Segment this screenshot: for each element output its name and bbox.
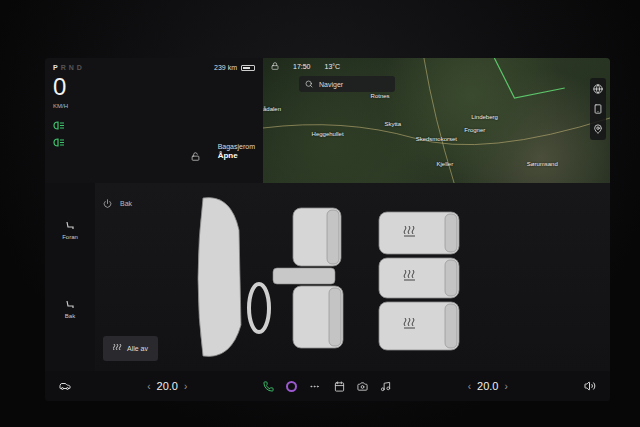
gear: R — [61, 64, 66, 71]
car-icon[interactable] — [59, 380, 71, 392]
top-row: PRND 0 KM/H 239 km BagasjeromÅpne ådalen Rotne… — [45, 58, 610, 183]
map-buttons — [590, 78, 606, 140]
app-group — [334, 381, 391, 392]
climate-zone-nav: Foran Bak — [45, 183, 95, 371]
phone-key-icon[interactable] — [593, 104, 603, 114]
more-icon[interactable] — [309, 381, 320, 392]
map-place-label: ådalen — [263, 106, 281, 112]
map-place-label: Frogner — [464, 127, 485, 133]
seat[interactable] — [293, 208, 341, 266]
volume-icon[interactable] — [584, 380, 596, 392]
all-off-button[interactable]: Alle av — [103, 336, 158, 361]
passenger-temperature[interactable]: ‹20.0› — [468, 380, 508, 392]
map-place-label: Kjeller — [437, 161, 454, 167]
power-icon — [103, 199, 112, 208]
seat[interactable] — [379, 258, 459, 298]
seat[interactable] — [379, 212, 459, 254]
globe-icon[interactable] — [593, 84, 603, 94]
map-status-bar: 17:5013°C — [271, 62, 582, 70]
headlight-icon — [53, 121, 65, 130]
music-icon[interactable] — [380, 381, 391, 392]
range: 239 km — [214, 64, 255, 71]
seat-icon — [65, 221, 75, 231]
map-place-label: Heggehullet — [312, 131, 344, 137]
camera-icon[interactable] — [357, 381, 368, 392]
seat-icon — [65, 300, 75, 310]
speed: 0 — [53, 75, 82, 99]
zone-tab[interactable]: Bak — [65, 300, 75, 319]
power-button[interactable]: Bak — [103, 199, 175, 208]
map-place-label: Lindeberg — [471, 114, 498, 120]
car-display: PRND 0 KM/H 239 km BagasjeromÅpne ådalen Rotne… — [0, 0, 640, 427]
seat-heat-icon — [404, 318, 415, 328]
bottom-bar: ‹20.0› ‹20.0› — [45, 371, 610, 401]
screen: PRND 0 KM/H 239 km BagasjeromÅpne ådalen Rotne… — [45, 58, 610, 401]
status-right: 239 km BagasjeromÅpne — [191, 64, 255, 175]
seat-heat-icon — [404, 270, 415, 280]
climate-area: Bak Alle av — [95, 183, 610, 371]
gear-selector: PRND — [53, 64, 82, 71]
driver-temperature[interactable]: ‹20.0› — [147, 380, 187, 392]
search-icon — [305, 80, 313, 88]
pin-icon[interactable] — [593, 124, 603, 134]
map-place-label: Sørumsand — [527, 161, 558, 167]
lock-icon[interactable] — [271, 62, 279, 70]
app-dock — [263, 381, 391, 392]
phone-icon[interactable] — [263, 381, 274, 392]
zone-tab[interactable]: Foran — [62, 221, 78, 240]
calendar-icon[interactable] — [334, 381, 345, 392]
map-place-label: Skedsmokorset — [416, 136, 457, 142]
unlock-icon[interactable] — [191, 152, 200, 161]
media-icon[interactable] — [286, 381, 297, 392]
climate-row: Foran Bak Bak Alle av — [45, 183, 610, 371]
trunk-button[interactable]: BagasjeromÅpne — [218, 142, 255, 161]
map-place-label: Rotnes — [371, 93, 390, 99]
climate-controls: Bak Alle av — [95, 183, 175, 371]
seat[interactable] — [293, 286, 343, 348]
car-status-panel: PRND 0 KM/H 239 km BagasjeromÅpne — [45, 58, 263, 183]
gear: P — [53, 64, 58, 71]
indicators — [53, 121, 82, 147]
battery-icon — [241, 65, 255, 71]
gear: D — [77, 64, 82, 71]
app-group — [263, 381, 320, 392]
cabin-seats-drawing — [181, 190, 481, 365]
seat[interactable] — [379, 302, 459, 350]
seat-stage — [175, 183, 610, 371]
map-place-label: Skytta — [384, 121, 401, 127]
status-column: PRND 0 KM/H — [53, 64, 82, 175]
heat-icon — [113, 344, 122, 353]
seat-heat-icon — [404, 226, 415, 236]
gear: N — [69, 64, 74, 71]
navigate-search[interactable]: Naviger — [299, 76, 395, 92]
map[interactable]: ådalen Rotnes Heggehullet Skytta Skedsmokors… — [263, 58, 610, 183]
trunk-row: BagasjeromÅpne — [191, 142, 255, 161]
parking-light-icon — [53, 138, 65, 147]
speed-unit: KM/H — [53, 103, 82, 109]
